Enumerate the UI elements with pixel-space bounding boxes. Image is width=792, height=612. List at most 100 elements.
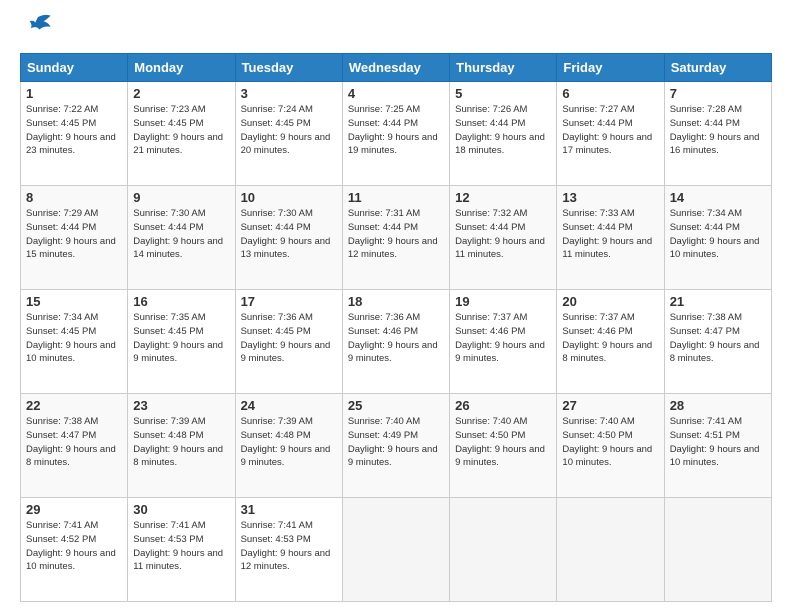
day-number: 8 <box>26 190 122 205</box>
calendar-cell: 3 Sunrise: 7:24 AM Sunset: 4:45 PM Dayli… <box>235 82 342 186</box>
calendar-cell: 7 Sunrise: 7:28 AM Sunset: 4:44 PM Dayli… <box>664 82 771 186</box>
day-info: Sunrise: 7:35 AM Sunset: 4:45 PM Dayligh… <box>133 311 229 366</box>
weekday-header: Thursday <box>450 54 557 82</box>
day-info: Sunrise: 7:41 AM Sunset: 4:52 PM Dayligh… <box>26 519 122 574</box>
day-info: Sunrise: 7:40 AM Sunset: 4:50 PM Dayligh… <box>562 415 658 470</box>
day-number: 13 <box>562 190 658 205</box>
calendar-cell: 30 Sunrise: 7:41 AM Sunset: 4:53 PM Dayl… <box>128 498 235 602</box>
calendar-cell <box>557 498 664 602</box>
calendar-cell: 23 Sunrise: 7:39 AM Sunset: 4:48 PM Dayl… <box>128 394 235 498</box>
day-number: 17 <box>241 294 337 309</box>
day-number: 18 <box>348 294 444 309</box>
day-info: Sunrise: 7:23 AM Sunset: 4:45 PM Dayligh… <box>133 103 229 158</box>
day-info: Sunrise: 7:26 AM Sunset: 4:44 PM Dayligh… <box>455 103 551 158</box>
day-number: 19 <box>455 294 551 309</box>
day-number: 12 <box>455 190 551 205</box>
day-info: Sunrise: 7:38 AM Sunset: 4:47 PM Dayligh… <box>670 311 766 366</box>
day-info: Sunrise: 7:24 AM Sunset: 4:45 PM Dayligh… <box>241 103 337 158</box>
calendar-cell: 24 Sunrise: 7:39 AM Sunset: 4:48 PM Dayl… <box>235 394 342 498</box>
day-number: 9 <box>133 190 229 205</box>
day-number: 23 <box>133 398 229 413</box>
day-info: Sunrise: 7:41 AM Sunset: 4:53 PM Dayligh… <box>133 519 229 574</box>
calendar-cell: 6 Sunrise: 7:27 AM Sunset: 4:44 PM Dayli… <box>557 82 664 186</box>
day-number: 4 <box>348 86 444 101</box>
day-info: Sunrise: 7:30 AM Sunset: 4:44 PM Dayligh… <box>241 207 337 262</box>
day-info: Sunrise: 7:31 AM Sunset: 4:44 PM Dayligh… <box>348 207 444 262</box>
day-info: Sunrise: 7:33 AM Sunset: 4:44 PM Dayligh… <box>562 207 658 262</box>
calendar-week-row: 15 Sunrise: 7:34 AM Sunset: 4:45 PM Dayl… <box>21 290 772 394</box>
calendar-cell: 22 Sunrise: 7:38 AM Sunset: 4:47 PM Dayl… <box>21 394 128 498</box>
header <box>20 18 772 43</box>
day-number: 26 <box>455 398 551 413</box>
weekday-header: Sunday <box>21 54 128 82</box>
calendar-cell: 12 Sunrise: 7:32 AM Sunset: 4:44 PM Dayl… <box>450 186 557 290</box>
calendar-cell: 15 Sunrise: 7:34 AM Sunset: 4:45 PM Dayl… <box>21 290 128 394</box>
day-number: 2 <box>133 86 229 101</box>
day-info: Sunrise: 7:41 AM Sunset: 4:53 PM Dayligh… <box>241 519 337 574</box>
day-number: 5 <box>455 86 551 101</box>
calendar-cell: 17 Sunrise: 7:36 AM Sunset: 4:45 PM Dayl… <box>235 290 342 394</box>
calendar-cell: 20 Sunrise: 7:37 AM Sunset: 4:46 PM Dayl… <box>557 290 664 394</box>
calendar-cell <box>450 498 557 602</box>
day-number: 3 <box>241 86 337 101</box>
day-number: 6 <box>562 86 658 101</box>
calendar-cell: 2 Sunrise: 7:23 AM Sunset: 4:45 PM Dayli… <box>128 82 235 186</box>
day-info: Sunrise: 7:32 AM Sunset: 4:44 PM Dayligh… <box>455 207 551 262</box>
calendar-week-row: 8 Sunrise: 7:29 AM Sunset: 4:44 PM Dayli… <box>21 186 772 290</box>
calendar-cell: 9 Sunrise: 7:30 AM Sunset: 4:44 PM Dayli… <box>128 186 235 290</box>
calendar-cell: 16 Sunrise: 7:35 AM Sunset: 4:45 PM Dayl… <box>128 290 235 394</box>
calendar-cell: 27 Sunrise: 7:40 AM Sunset: 4:50 PM Dayl… <box>557 394 664 498</box>
day-number: 1 <box>26 86 122 101</box>
calendar-table: SundayMondayTuesdayWednesdayThursdayFrid… <box>20 53 772 602</box>
day-number: 16 <box>133 294 229 309</box>
day-number: 14 <box>670 190 766 205</box>
calendar-cell: 19 Sunrise: 7:37 AM Sunset: 4:46 PM Dayl… <box>450 290 557 394</box>
calendar-cell: 18 Sunrise: 7:36 AM Sunset: 4:46 PM Dayl… <box>342 290 449 394</box>
day-info: Sunrise: 7:40 AM Sunset: 4:49 PM Dayligh… <box>348 415 444 470</box>
day-info: Sunrise: 7:41 AM Sunset: 4:51 PM Dayligh… <box>670 415 766 470</box>
day-number: 22 <box>26 398 122 413</box>
day-info: Sunrise: 7:36 AM Sunset: 4:45 PM Dayligh… <box>241 311 337 366</box>
day-info: Sunrise: 7:28 AM Sunset: 4:44 PM Dayligh… <box>670 103 766 158</box>
calendar-cell: 10 Sunrise: 7:30 AM Sunset: 4:44 PM Dayl… <box>235 186 342 290</box>
day-info: Sunrise: 7:39 AM Sunset: 4:48 PM Dayligh… <box>241 415 337 470</box>
calendar-cell: 21 Sunrise: 7:38 AM Sunset: 4:47 PM Dayl… <box>664 290 771 394</box>
day-number: 15 <box>26 294 122 309</box>
calendar-week-row: 29 Sunrise: 7:41 AM Sunset: 4:52 PM Dayl… <box>21 498 772 602</box>
calendar-cell <box>664 498 771 602</box>
logo-bird-icon <box>24 10 52 43</box>
calendar-cell: 4 Sunrise: 7:25 AM Sunset: 4:44 PM Dayli… <box>342 82 449 186</box>
day-number: 31 <box>241 502 337 517</box>
weekday-header: Saturday <box>664 54 771 82</box>
page: SundayMondayTuesdayWednesdayThursdayFrid… <box>0 0 792 612</box>
day-number: 11 <box>348 190 444 205</box>
calendar-cell: 5 Sunrise: 7:26 AM Sunset: 4:44 PM Dayli… <box>450 82 557 186</box>
calendar-week-row: 22 Sunrise: 7:38 AM Sunset: 4:47 PM Dayl… <box>21 394 772 498</box>
day-info: Sunrise: 7:36 AM Sunset: 4:46 PM Dayligh… <box>348 311 444 366</box>
day-info: Sunrise: 7:29 AM Sunset: 4:44 PM Dayligh… <box>26 207 122 262</box>
logo <box>20 18 52 43</box>
day-info: Sunrise: 7:37 AM Sunset: 4:46 PM Dayligh… <box>562 311 658 366</box>
calendar-cell: 11 Sunrise: 7:31 AM Sunset: 4:44 PM Dayl… <box>342 186 449 290</box>
calendar-cell: 1 Sunrise: 7:22 AM Sunset: 4:45 PM Dayli… <box>21 82 128 186</box>
calendar-cell: 14 Sunrise: 7:34 AM Sunset: 4:44 PM Dayl… <box>664 186 771 290</box>
day-info: Sunrise: 7:38 AM Sunset: 4:47 PM Dayligh… <box>26 415 122 470</box>
day-info: Sunrise: 7:25 AM Sunset: 4:44 PM Dayligh… <box>348 103 444 158</box>
day-info: Sunrise: 7:37 AM Sunset: 4:46 PM Dayligh… <box>455 311 551 366</box>
day-info: Sunrise: 7:34 AM Sunset: 4:45 PM Dayligh… <box>26 311 122 366</box>
day-info: Sunrise: 7:40 AM Sunset: 4:50 PM Dayligh… <box>455 415 551 470</box>
weekday-header: Tuesday <box>235 54 342 82</box>
calendar-week-row: 1 Sunrise: 7:22 AM Sunset: 4:45 PM Dayli… <box>21 82 772 186</box>
day-info: Sunrise: 7:34 AM Sunset: 4:44 PM Dayligh… <box>670 207 766 262</box>
day-number: 25 <box>348 398 444 413</box>
day-number: 24 <box>241 398 337 413</box>
day-number: 20 <box>562 294 658 309</box>
calendar-cell <box>342 498 449 602</box>
weekday-header: Monday <box>128 54 235 82</box>
day-number: 29 <box>26 502 122 517</box>
calendar-cell: 13 Sunrise: 7:33 AM Sunset: 4:44 PM Dayl… <box>557 186 664 290</box>
day-info: Sunrise: 7:39 AM Sunset: 4:48 PM Dayligh… <box>133 415 229 470</box>
calendar-cell: 29 Sunrise: 7:41 AM Sunset: 4:52 PM Dayl… <box>21 498 128 602</box>
day-info: Sunrise: 7:22 AM Sunset: 4:45 PM Dayligh… <box>26 103 122 158</box>
day-number: 21 <box>670 294 766 309</box>
